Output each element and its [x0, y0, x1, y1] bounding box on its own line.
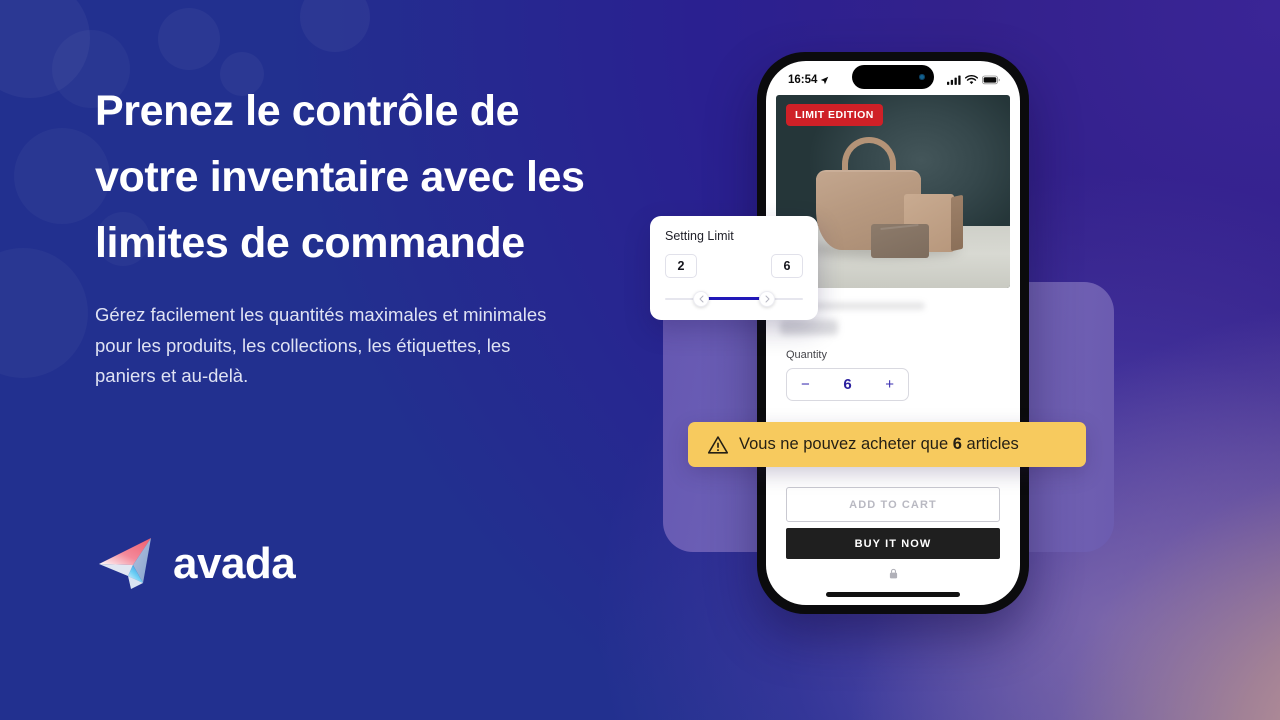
home-indicator [826, 592, 960, 597]
setting-limit-card: Setting Limit 2 6 [650, 216, 818, 320]
wallet-small [871, 224, 929, 258]
location-arrow-icon [821, 76, 829, 84]
limit-warning-banner: Vous ne pouvez acheter que 6 articles [688, 422, 1086, 467]
phone-screen: 16:54 LIMIT EDITION Quantity − 6 + ADD T… [766, 61, 1020, 605]
cellular-signal-icon [947, 75, 961, 85]
bokeh-circle [0, 0, 90, 98]
cta-group: ADD TO CART BUY IT NOW [766, 487, 1020, 559]
bokeh-circle [0, 248, 88, 378]
warning-message: Vous ne pouvez acheter que 6 articles [739, 435, 1019, 454]
product-price-blurred [780, 320, 838, 335]
brand-logo: avada [97, 536, 296, 591]
battery-icon [982, 75, 1000, 85]
quantity-decrement-button[interactable]: − [801, 377, 810, 392]
quantity-increment-button[interactable]: + [885, 377, 894, 392]
limit-edition-badge: LIMIT EDITION [786, 104, 883, 126]
setting-limit-title: Setting Limit [665, 229, 734, 243]
quantity-value: 6 [843, 376, 852, 393]
paper-plane-icon [99, 538, 151, 589]
warning-text-before: Vous ne pouvez acheter que [739, 435, 953, 453]
phone-mockup: 16:54 LIMIT EDITION Quantity − 6 + ADD T… [757, 52, 1029, 614]
chevron-right-icon [765, 295, 769, 303]
status-right [947, 75, 1000, 85]
lock-icon [889, 568, 897, 579]
limit-range-slider[interactable] [665, 291, 803, 307]
bokeh-circle [158, 8, 220, 70]
warning-text-after: articles [961, 435, 1019, 453]
warning-highlight-count: 6 [952, 435, 962, 453]
status-time: 16:54 [788, 74, 818, 86]
quantity-label: Quantity [786, 349, 827, 361]
warning-triangle-icon [707, 435, 729, 454]
hero-subtitle: Gérez facilement les quantités maximales… [95, 304, 547, 386]
slider-min-handle[interactable] [693, 291, 709, 307]
slider-max-handle[interactable] [759, 291, 775, 307]
slider-fill [702, 297, 766, 300]
limit-max-input[interactable]: 6 [771, 254, 803, 278]
hero-banner: Prenez le contrôle de votre inventaire a… [0, 0, 1280, 720]
chevron-left-icon [699, 295, 703, 303]
status-left: 16:54 [788, 74, 829, 86]
buy-it-now-button[interactable]: BUY IT NOW [786, 528, 1000, 559]
quantity-stepper[interactable]: − 6 + [786, 368, 909, 401]
secure-checkout-row [766, 568, 1020, 579]
wifi-icon [965, 75, 978, 85]
status-bar: 16:54 [766, 61, 1020, 95]
page-title: Prenez le contrôle de votre inventaire a… [95, 87, 585, 267]
dynamic-island [852, 65, 934, 89]
add-to-cart-button[interactable]: ADD TO CART [786, 487, 1000, 522]
front-camera-icon [919, 74, 925, 80]
hero-copy: Prenez le contrôle de votre inventaire a… [95, 78, 615, 392]
limit-value-row: 2 6 [665, 254, 803, 278]
brand-name: avada [173, 538, 296, 588]
limit-min-input[interactable]: 2 [665, 254, 697, 278]
bokeh-circle [300, 0, 370, 52]
